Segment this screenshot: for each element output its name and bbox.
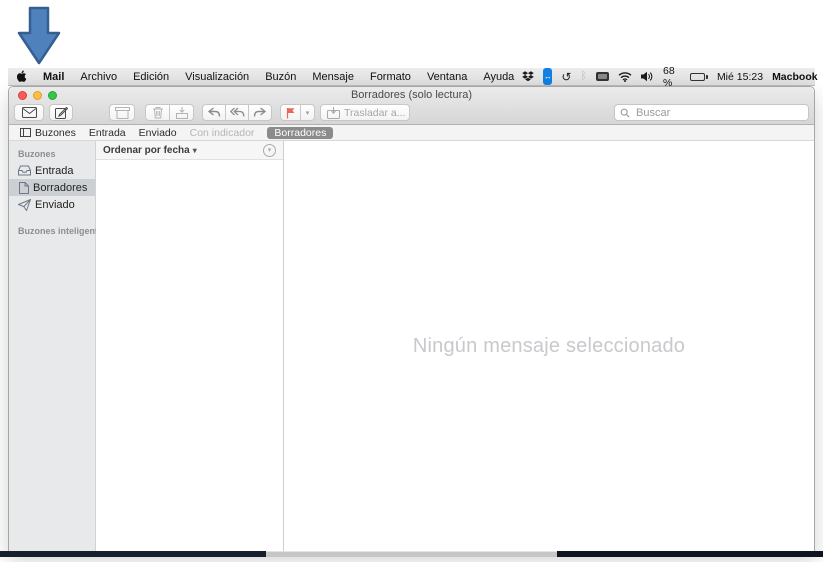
- sidebar-item-entrada-label: Entrada: [35, 165, 74, 177]
- menu-item-archivo[interactable]: Archivo: [72, 68, 125, 85]
- sidebar-section-smart: Buzones inteligentes: [9, 223, 95, 239]
- menu-item-mail[interactable]: Mail: [35, 68, 72, 85]
- teamviewer-icon[interactable]: ↔: [543, 68, 552, 85]
- reply-icon: [207, 107, 221, 118]
- move-to-button[interactable]: Trasladar a...: [320, 104, 410, 121]
- move-to-label: Trasladar a...: [344, 107, 405, 119]
- forward-icon: [253, 107, 267, 118]
- inbox-icon: [18, 165, 31, 176]
- menu-bar-left: Mail Archivo Edición Visualización Buzón…: [8, 68, 522, 85]
- window-title: Borradores (solo lectura): [9, 89, 814, 101]
- sort-by-date-control[interactable]: Ordenar por fecha ▾: [103, 145, 197, 156]
- junk-button[interactable]: [169, 104, 194, 121]
- message-list-empty-area: [96, 160, 283, 551]
- mailbox-panel-icon: [20, 128, 31, 137]
- search-field[interactable]: [614, 104, 809, 121]
- display-icon[interactable]: [596, 68, 609, 85]
- draft-page-icon: [18, 182, 29, 194]
- favorites-entrada[interactable]: Entrada: [89, 127, 126, 139]
- window-body: Buzones Entrada Borradores: [9, 141, 814, 551]
- chevron-down-icon: ▾: [193, 146, 197, 155]
- move-to-icon: [327, 107, 340, 119]
- paper-plane-icon: [18, 199, 31, 211]
- flag-group: ▾: [280, 104, 315, 121]
- sidebar-item-enviado-label: Enviado: [35, 199, 75, 211]
- menu-clock[interactable]: Mié 15:23: [717, 68, 763, 85]
- favorites-buzones[interactable]: Buzones: [20, 127, 76, 139]
- title-bar[interactable]: Borradores (solo lectura): [9, 87, 814, 125]
- menu-item-ventana[interactable]: Ventana: [419, 68, 475, 85]
- time-machine-icon[interactable]: ↺: [561, 68, 571, 85]
- reply-all-button[interactable]: [225, 104, 249, 121]
- archive-icon: [115, 107, 130, 119]
- battery-percent-label: 68 %: [663, 68, 681, 85]
- search-icon: [620, 108, 630, 118]
- menu-item-mensaje[interactable]: Mensaje: [304, 68, 362, 85]
- message-view-pane: Ningún mensaje seleccionado: [284, 141, 814, 551]
- menu-item-ayuda[interactable]: Ayuda: [475, 68, 522, 85]
- bluetooth-icon[interactable]: ᛒ: [580, 68, 587, 85]
- sidebar-item-borradores-label: Borradores: [33, 182, 87, 194]
- archive-button[interactable]: [109, 104, 135, 121]
- sidebar-item-enviado[interactable]: Enviado: [9, 196, 95, 213]
- volume-icon[interactable]: [641, 68, 654, 85]
- bottom-crop-bar-middle: [266, 551, 557, 557]
- apple-logo-icon: [16, 70, 27, 83]
- message-list: Ordenar por fecha ▾ ▾: [96, 141, 284, 551]
- menu-bar-status: ↔ ↺ ᛒ 68 % Mié 1: [522, 68, 823, 85]
- sidebar-section-mailboxes: Buzones: [9, 146, 95, 162]
- reply-all-icon: [230, 107, 245, 118]
- trash-junk-group: [145, 104, 194, 121]
- reply-group: [202, 104, 272, 121]
- get-mail-button[interactable]: [14, 104, 44, 121]
- favorites-buzones-label: Buzones: [35, 127, 76, 139]
- menu-item-formato[interactable]: Formato: [362, 68, 419, 85]
- dropbox-icon[interactable]: [522, 68, 534, 85]
- favorites-bar: Buzones Entrada Enviado Con indicador Bo…: [9, 125, 814, 141]
- sidebar: Buzones Entrada Borradores: [9, 141, 96, 551]
- apple-menu[interactable]: [8, 68, 35, 85]
- sidebar-item-entrada[interactable]: Entrada: [9, 162, 95, 179]
- compose-icon: [55, 106, 68, 119]
- flag-button[interactable]: [280, 104, 301, 121]
- forward-button[interactable]: [248, 104, 272, 121]
- bottom-crop-bar-right: [557, 551, 823, 557]
- bottom-crop-bar-left: [0, 551, 266, 557]
- flag-icon: [286, 107, 296, 119]
- battery-icon[interactable]: [690, 68, 708, 85]
- trash-button[interactable]: [145, 104, 170, 121]
- favorites-con-indicador[interactable]: Con indicador: [190, 127, 255, 139]
- wifi-icon[interactable]: [618, 68, 632, 85]
- mail-window: Borradores (solo lectura): [8, 86, 815, 551]
- favorites-borradores-selected[interactable]: Borradores: [267, 127, 333, 139]
- menu-item-buzon[interactable]: Buzón: [257, 68, 304, 85]
- compose-button[interactable]: [49, 104, 73, 121]
- trash-icon: [152, 106, 164, 119]
- sort-label: Ordenar por fecha: [103, 145, 190, 156]
- toolbar: ▾ Trasladar a...: [9, 102, 814, 124]
- search-input[interactable]: [634, 106, 803, 120]
- menu-item-visualizacion[interactable]: Visualización: [177, 68, 257, 85]
- menu-bar: Mail Archivo Edición Visualización Buzón…: [8, 68, 815, 86]
- annotation-down-arrow-icon: [17, 6, 61, 66]
- filter-button[interactable]: ▾: [263, 144, 276, 157]
- envelope-icon: [22, 107, 37, 118]
- flag-menu-button[interactable]: ▾: [300, 104, 315, 121]
- user-switcher[interactable]: Macbook: [772, 68, 818, 85]
- screenshot-canvas: Mail Archivo Edición Visualización Buzón…: [0, 0, 823, 562]
- message-list-header: Ordenar por fecha ▾ ▾: [96, 141, 283, 160]
- sidebar-item-borradores[interactable]: Borradores: [9, 179, 95, 196]
- no-message-selected-label: Ningún mensaje seleccionado: [413, 335, 685, 358]
- favorites-enviado[interactable]: Enviado: [139, 127, 177, 139]
- menu-item-edicion[interactable]: Edición: [125, 68, 177, 85]
- junk-icon: [175, 106, 189, 119]
- reply-button[interactable]: [202, 104, 226, 121]
